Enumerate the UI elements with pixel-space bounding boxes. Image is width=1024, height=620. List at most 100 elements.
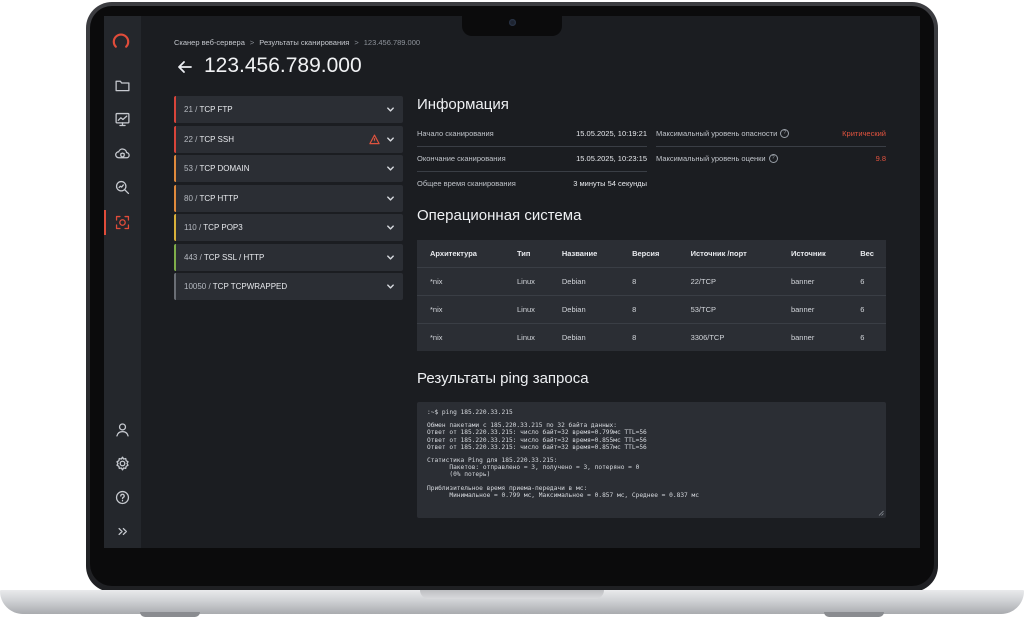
port-number: 443 xyxy=(184,252,198,262)
column-header: Версия xyxy=(632,249,660,258)
port-service: TCP SSL / HTTP xyxy=(203,252,265,262)
resize-handle-icon[interactable] xyxy=(878,510,884,516)
info-row-max-score: Максимальный уровень оценки? 9.8 xyxy=(656,146,886,171)
info-row-scan-start: Начало сканирования 15.05.2025, 10:19:21 xyxy=(417,121,647,147)
table-cell: 6 xyxy=(847,323,886,351)
info-label: Начало сканирования xyxy=(417,129,494,138)
chevron-down-icon[interactable] xyxy=(386,164,395,173)
port-item[interactable]: 22 / TCP SSH xyxy=(174,125,403,153)
terminal-line: Статистика Ping для 185.220.33.215: xyxy=(427,457,558,465)
table-header-row: Архитектура Тип Название Версия Источник /по… xyxy=(417,240,886,268)
port-service: TCP TCPWRAPPED xyxy=(212,282,288,291)
port-item[interactable]: 10050 / TCP TCPWRAPPED xyxy=(174,273,403,300)
port-label: 21 / TCP FTP xyxy=(184,105,233,114)
breadcrumb: Сканер веб-сервера > Результаты сканирован… xyxy=(174,38,420,47)
column-header: Вес xyxy=(860,249,874,258)
scan-target-icon[interactable] xyxy=(110,210,135,235)
logo-icon[interactable] xyxy=(112,33,130,51)
severity-stripe xyxy=(174,96,176,123)
chevron-down-icon[interactable] xyxy=(386,223,395,232)
laptop-foot-right xyxy=(824,612,884,617)
chevron-down-icon[interactable] xyxy=(386,253,395,262)
port-item[interactable]: 53 / TCP DOMAIN xyxy=(174,155,403,182)
port-item[interactable]: 110 / TCP POP3 xyxy=(174,214,403,241)
help-icon[interactable] xyxy=(110,485,135,510)
table-cell: Debian xyxy=(548,295,620,324)
port-item[interactable]: 21 / TCP FTP xyxy=(174,96,403,123)
table-cell: *nix xyxy=(417,267,504,296)
breadcrumb-link-scanner[interactable]: Сканер веб-сервера xyxy=(174,38,245,47)
search-chart-icon[interactable] xyxy=(110,175,135,200)
port-label: 22 / TCP SSH xyxy=(184,135,234,144)
column-header: Источник /порт xyxy=(690,249,747,258)
info-label: Максимальный уровень опасности xyxy=(656,128,778,138)
port-label: 80 / TCP HTTP xyxy=(184,194,238,203)
sidebar xyxy=(104,16,141,548)
table-cell: *nix xyxy=(417,323,504,351)
table-cell: Linux xyxy=(503,323,549,351)
port-number: 22 xyxy=(184,134,193,144)
table-cell: Debian xyxy=(548,267,620,296)
terminal-line: Ответ от 185.220.33.215: число байт=32 в… xyxy=(427,429,647,437)
table-cell: 8 xyxy=(619,267,678,296)
table-cell: banner xyxy=(777,323,848,351)
info-label: Максимальный уровень оценки xyxy=(656,153,766,163)
chevron-down-icon[interactable] xyxy=(386,135,395,144)
port-service: TCP DOMAIN xyxy=(199,164,250,173)
terminal-line: Минимальное = 0.799 мс, Максимальное = 0… xyxy=(427,491,699,499)
severity-stripe xyxy=(174,273,176,300)
info-label: Общее время сканирования xyxy=(417,179,516,188)
breadcrumb-current: 123.456.789.000 xyxy=(363,38,421,47)
laptop-base-groove xyxy=(420,590,604,599)
user-icon[interactable] xyxy=(110,417,135,442)
folder-icon[interactable] xyxy=(110,73,135,98)
column-header: Источник xyxy=(790,249,826,258)
chevron-down-icon[interactable] xyxy=(386,105,395,114)
port-service: TCP POP3 xyxy=(203,223,243,232)
table-cell: Linux xyxy=(503,267,549,296)
severity-stripe xyxy=(174,125,176,153)
chevron-down-icon[interactable] xyxy=(386,282,395,291)
chevron-down-icon[interactable] xyxy=(386,194,395,203)
camera-icon xyxy=(509,19,516,26)
port-item[interactable]: 443 / TCP SSL / HTTP xyxy=(174,243,403,271)
column-header: Архитектура xyxy=(430,249,477,258)
table-cell: 22/TCP xyxy=(677,267,778,296)
cloud-shield-icon[interactable] xyxy=(110,141,135,166)
table-cell: Debian xyxy=(548,323,620,351)
page-title: 123.456.789.000 xyxy=(204,54,362,77)
ping-terminal-output[interactable]: :~$ ping 185.220.33.215 Обмен пакетами с … xyxy=(417,402,886,518)
back-arrow-icon[interactable] xyxy=(176,58,194,76)
table-cell: *nix xyxy=(417,295,504,324)
terminal-line: Пакетов: отправлено = 3, получено = 3, п… xyxy=(427,464,640,472)
terminal-line: :~$ ping 185.220.33.215 xyxy=(427,409,513,416)
ping-heading: Результаты ping запроса xyxy=(417,370,589,387)
table-cell: 8 xyxy=(619,295,678,324)
port-number: 53 xyxy=(184,164,193,173)
expand-icon[interactable] xyxy=(110,519,135,544)
laptop-foot-left xyxy=(140,612,200,617)
warning-icon xyxy=(369,134,380,145)
active-indicator xyxy=(104,210,106,235)
table-cell: Linux xyxy=(503,295,549,324)
monitor-chart-icon[interactable] xyxy=(110,107,135,132)
info-value: 3 минуты 54 секунды xyxy=(573,179,647,188)
os-heading: Операционная система xyxy=(417,207,582,224)
table-row: *nix Linux Debian 8 3306/TCP banner 6 xyxy=(417,323,886,351)
terminal-line: Ответ от 185.220.33.215: число байт=32 в… xyxy=(427,443,647,451)
info-value: 9.8 xyxy=(875,154,886,163)
column-header: Тип xyxy=(516,249,531,258)
question-icon[interactable]: ? xyxy=(780,129,790,139)
info-heading: Информация xyxy=(417,96,509,113)
table-cell: 6 xyxy=(847,267,886,296)
terminal-line: (0% потерь) xyxy=(427,471,491,479)
table-cell: banner xyxy=(777,267,848,296)
severity-stripe xyxy=(174,214,176,241)
port-number: 80 xyxy=(184,193,193,203)
port-service: TCP FTP xyxy=(199,105,233,114)
gear-icon[interactable] xyxy=(110,451,135,476)
info-row-scan-total: Общее время сканирования 3 минуты 54 сек… xyxy=(417,171,647,196)
breadcrumb-link-results[interactable]: Результаты сканирования xyxy=(259,38,349,47)
port-item[interactable]: 80 / TCP HTTP xyxy=(174,184,403,212)
question-icon[interactable]: ? xyxy=(768,154,778,164)
